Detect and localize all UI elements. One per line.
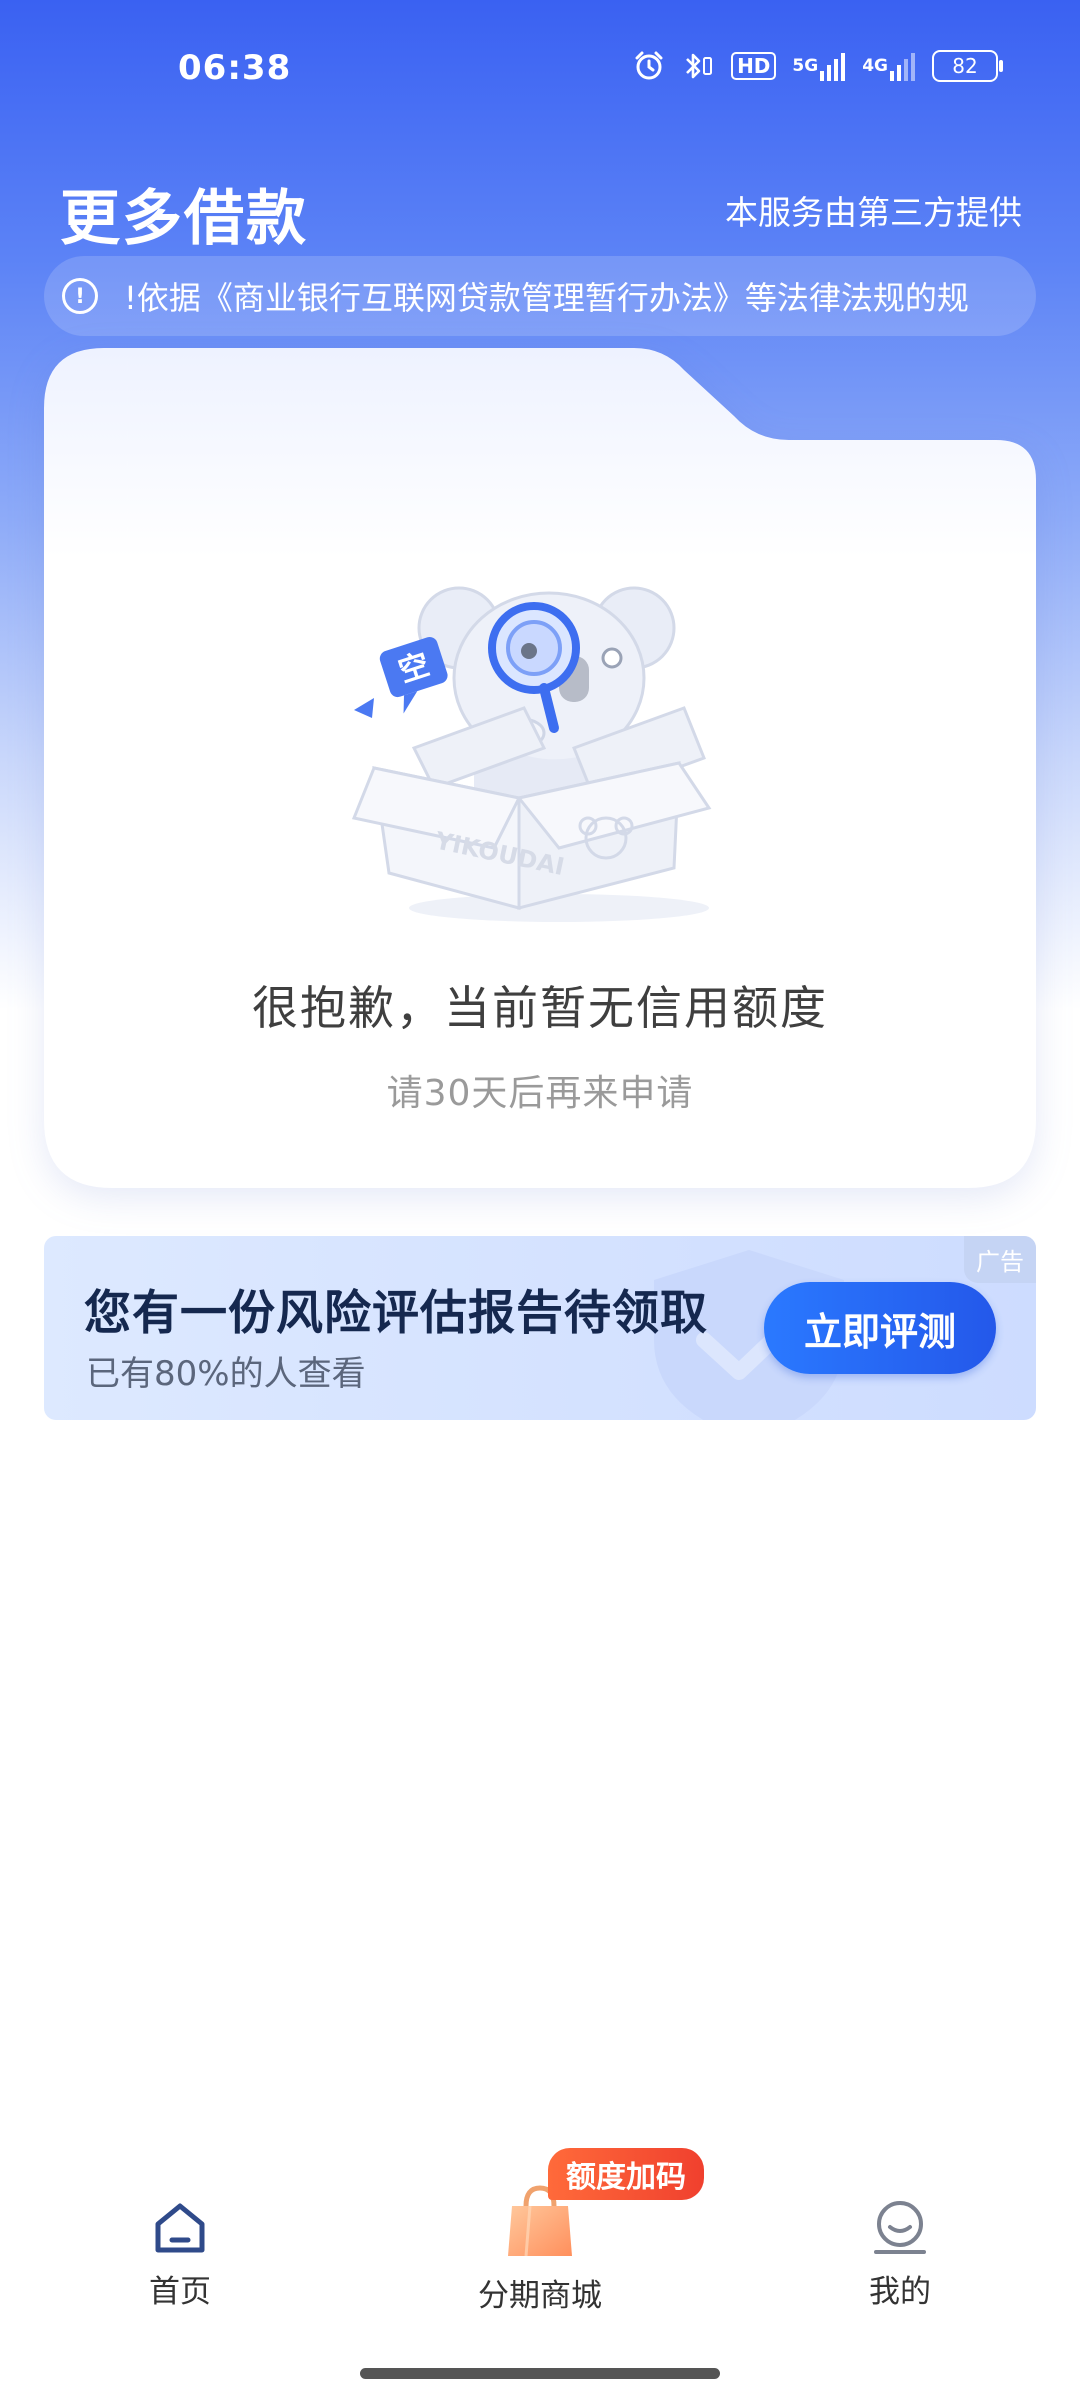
home-indicator[interactable]	[360, 2368, 720, 2379]
risk-report-ad-banner[interactable]: 广告 您有一份风险评估报告待领取 已有80%的人查看 立即评测	[44, 1236, 1036, 1420]
signal-4g-icon: 4G	[862, 51, 916, 81]
ad-tag: 广告	[964, 1236, 1036, 1283]
signal-4g-label: 4G	[862, 56, 888, 76]
nav-label-home: 首页	[149, 2274, 211, 2310]
notice-bar[interactable]: ! !依据《商业银行互联网贷款管理暂行办法》等法律法规的规	[44, 256, 1036, 336]
promo-badge: 额度加码	[548, 2148, 704, 2200]
status-bar: 06:38 HD 5G 4G 82	[0, 0, 1080, 140]
battery-icon: 82	[932, 50, 1003, 82]
nav-item-mall[interactable]: 分期商城	[440, 2180, 640, 2315]
bluetooth-icon	[681, 50, 715, 82]
empty-state-subtitle: 请30天后再来申请	[386, 1073, 694, 1114]
bottom-nav: 首页 分期商城 我的	[0, 2140, 1080, 2340]
ad-subtitle: 已有80%的人查看	[86, 1354, 366, 1394]
empty-state-title: 很抱歉，当前暂无信用额度	[252, 981, 828, 1035]
profile-icon	[874, 2201, 926, 2254]
nav-item-home[interactable]: 首页	[80, 2200, 280, 2311]
nav-label-mine: 我的	[869, 2274, 931, 2310]
hd-voice-icon: HD	[731, 52, 777, 80]
info-circle-icon: !	[62, 278, 98, 314]
empty-koala-illustration: 空 YIKOUDAI	[351, 586, 712, 922]
page-title: 更多借款	[60, 184, 308, 254]
alarm-icon	[633, 50, 665, 82]
signal-5g-icon: 5G	[792, 51, 846, 81]
status-icons: HD 5G 4G 82	[633, 50, 1003, 82]
nav-item-mine[interactable]: 我的	[800, 2200, 1000, 2311]
status-time: 06:38	[178, 48, 292, 88]
ad-title: 您有一份风险评估报告待领取	[84, 1286, 708, 1341]
signal-5g-label: 5G	[792, 56, 819, 76]
nav-label-mall: 分期商城	[478, 2278, 602, 2314]
provider-note: 本服务由第三方提供	[725, 193, 1022, 232]
home-icon	[155, 2203, 205, 2253]
notice-text: !依据《商业银行互联网贷款管理暂行办法》等法律法规的规	[124, 279, 969, 317]
evaluate-now-button[interactable]: 立即评测	[764, 1282, 996, 1374]
empty-state-card: 空 YIKOUDAI 很抱歉，当前暂无信用额度 请30天后再来申请	[44, 348, 1036, 1188]
